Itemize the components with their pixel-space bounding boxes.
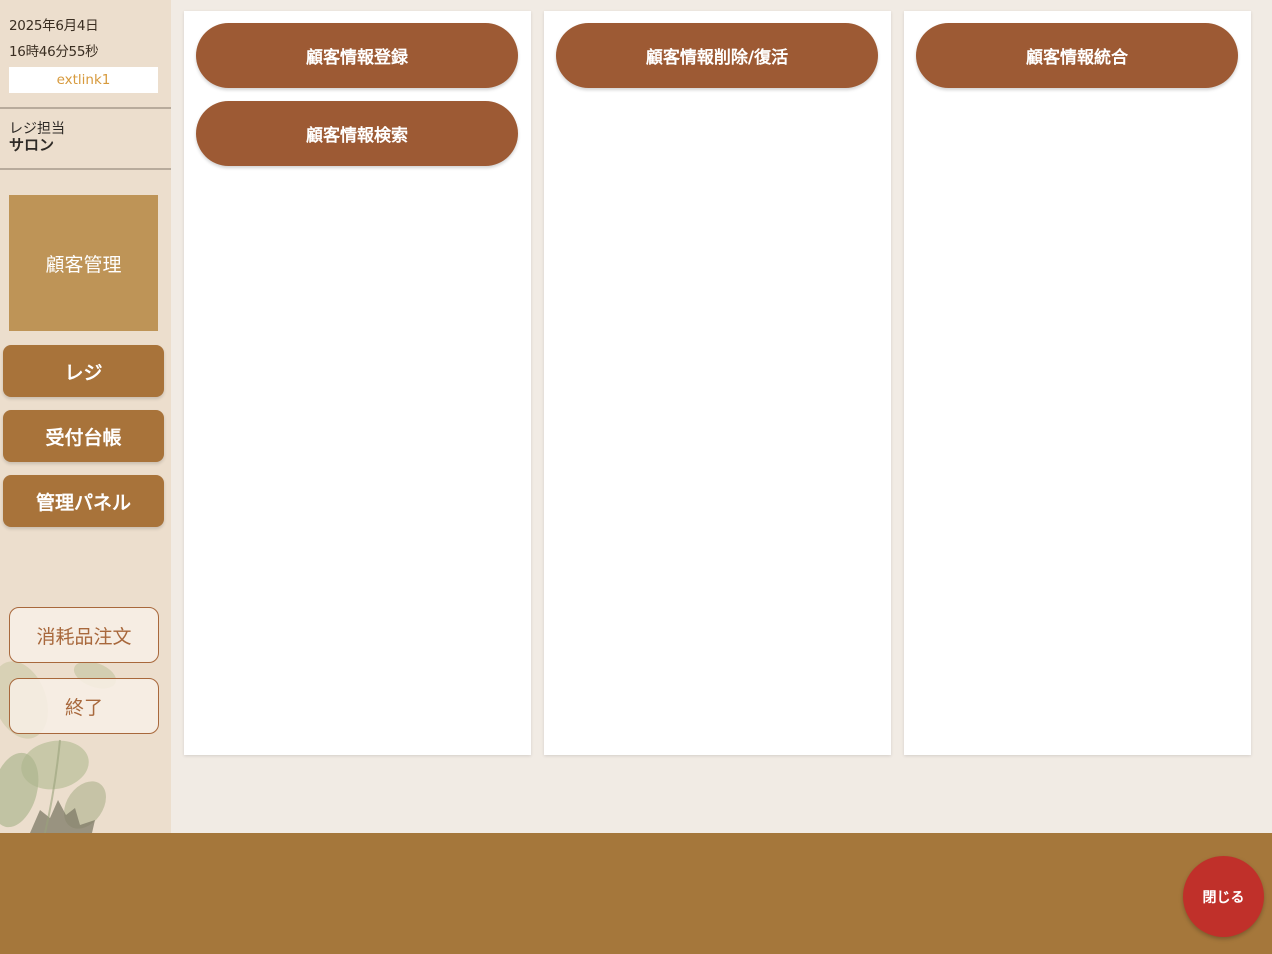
staff-name: サロン (9, 136, 55, 154)
panel-delete-restore: 顧客情報削除/復活 (544, 11, 891, 755)
exit-button[interactable]: 終了 (9, 678, 159, 734)
customer-delete-restore-button[interactable]: 顧客情報削除/復活 (556, 23, 878, 88)
current-time: 16時46分55秒 (9, 44, 99, 60)
customer-register-button[interactable]: 顧客情報登録 (196, 23, 518, 88)
nav-customer-management[interactable]: 顧客管理 (9, 195, 158, 331)
close-button[interactable]: 閉じる (1183, 856, 1264, 937)
footer-bar (0, 833, 1272, 954)
current-date: 2025年6月4日 (9, 18, 99, 34)
leaf-decoration-icon (0, 661, 117, 833)
panel-register-search: 顧客情報登録 顧客情報検索 (184, 11, 531, 755)
user-id-field: extlink1 (9, 67, 158, 93)
panel-merge: 顧客情報統合 (904, 11, 1251, 755)
supplies-order-button[interactable]: 消耗品注文 (9, 607, 159, 663)
nav-admin-panel-button[interactable]: 管理パネル (3, 475, 164, 527)
customer-search-button[interactable]: 顧客情報検索 (196, 101, 518, 166)
divider (0, 107, 171, 109)
nav-regi-button[interactable]: レジ (3, 345, 164, 397)
customer-merge-button[interactable]: 顧客情報統合 (916, 23, 1238, 88)
sidebar: 2025年6月4日 16時46分55秒 extlink1 レジ担当 サロン 顧客… (0, 0, 171, 833)
staff-label: レジ担当 (9, 121, 65, 137)
divider (0, 168, 171, 170)
nav-reception-ledger-button[interactable]: 受付台帳 (3, 410, 164, 462)
